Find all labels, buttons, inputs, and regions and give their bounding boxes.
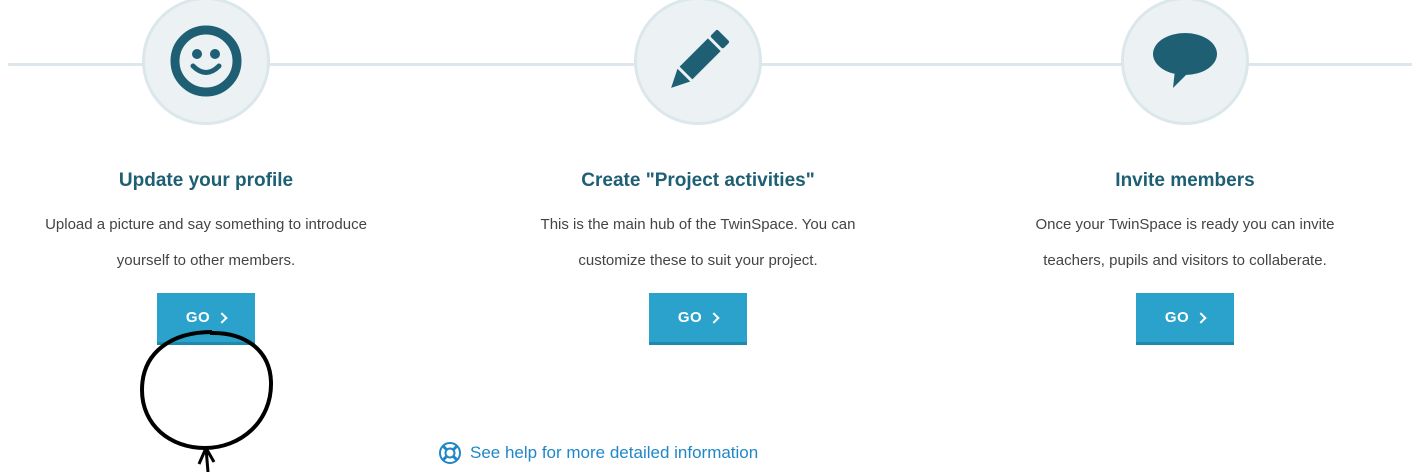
- step-description: Upload a picture and say something to in…: [45, 216, 367, 269]
- lifebuoy-icon: [439, 442, 461, 464]
- help-link-label: See help for more detailed information: [470, 443, 759, 462]
- pencil-icon: [671, 30, 729, 88]
- step-invite-members: Invite members Once your TwinSpace is re…: [995, 0, 1375, 345]
- smiley-icon: [170, 25, 242, 97]
- step-update-profile: Update your profile Upload a picture and…: [16, 0, 396, 345]
- go-button-label: GO: [677, 309, 703, 326]
- step-create-activities: Create "Project activities" This is the …: [508, 0, 888, 345]
- go-button-invite-members[interactable]: GO: [1136, 293, 1234, 345]
- step-title: Update your profile: [118, 170, 294, 191]
- go-button-label: GO: [185, 309, 211, 326]
- onboarding-steps: Update your profile Upload a picture and…: [0, 0, 1412, 472]
- step-icon-circle: [634, 0, 762, 125]
- chevron-right-icon: [1195, 311, 1207, 324]
- go-button-label: GO: [1164, 309, 1190, 326]
- chevron-right-icon: [708, 311, 720, 324]
- step-title: Invite members: [1115, 170, 1255, 191]
- step-description: This is the main hub of the TwinSpace. Y…: [540, 216, 856, 269]
- help-link[interactable]: See help for more detailed information: [438, 441, 758, 465]
- chevron-right-icon: [216, 311, 228, 324]
- step-icon-circle: [1121, 0, 1249, 125]
- go-button-update-profile[interactable]: GO: [157, 293, 255, 345]
- go-button-create-activities[interactable]: GO: [649, 293, 747, 345]
- step-icon-circle: [142, 0, 270, 125]
- step-title: Create "Project activities": [581, 170, 815, 191]
- step-description: Once your TwinSpace is ready you can inv…: [1035, 216, 1335, 269]
- speech-bubble-icon: [1153, 33, 1217, 88]
